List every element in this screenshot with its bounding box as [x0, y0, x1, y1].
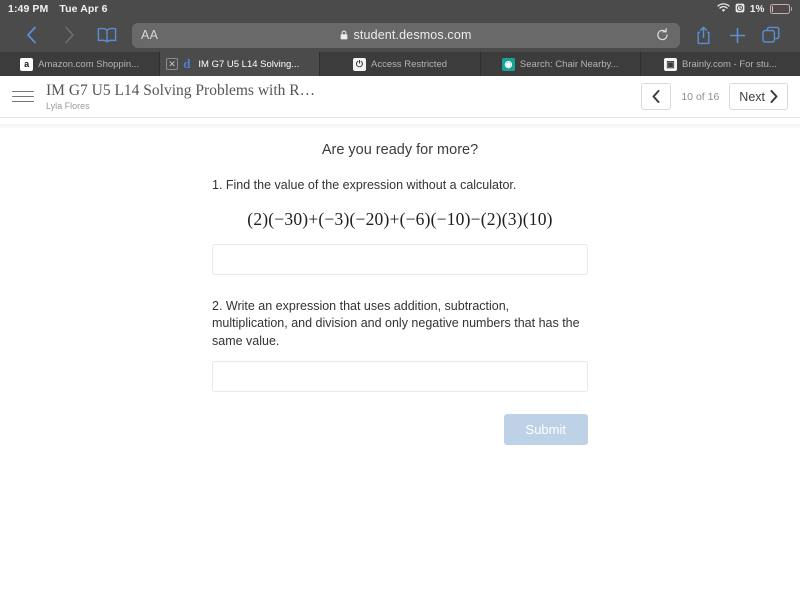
- activity-heading: Are you ready for more?: [321, 142, 479, 158]
- question-1-prompt: 1. Find the value of the expression with…: [212, 178, 517, 192]
- tab-label: Access Restricted: [370, 58, 448, 70]
- header-titles: IM G7 U5 L14 Solving Problems with R… Ly…: [46, 82, 641, 112]
- page-title: IM G7 U5 L14 Solving Problems with R…: [46, 81, 316, 99]
- alarm-icon: [735, 3, 745, 16]
- previous-screen-button[interactable]: [641, 83, 672, 110]
- browser-tab[interactable]: a Amazon.com Shoppin...: [0, 52, 161, 76]
- tab-label: Brainly.com - For stu...: [681, 58, 777, 70]
- chevron-right-icon: [770, 90, 778, 103]
- next-screen-button[interactable]: Next: [729, 83, 788, 110]
- reload-icon: [656, 28, 668, 41]
- plus-icon: [729, 27, 745, 43]
- close-tab-icon[interactable]: ✕: [166, 58, 179, 70]
- forward-button[interactable]: [50, 20, 88, 50]
- tab-label: Amazon.com Shoppin...: [38, 58, 140, 70]
- battery-percent: 1%: [749, 3, 765, 15]
- power-favicon: ⏻: [352, 57, 366, 71]
- book-icon: [97, 27, 117, 43]
- activity-screen: Are you ready for more? 1. Find the valu…: [0, 124, 800, 600]
- math-expression: (2)(−30)+(−3)(−20)+(−6)(−10)−(2)(3)(10): [247, 208, 553, 229]
- chevron-left-icon: [652, 90, 660, 103]
- show-tabs-button[interactable]: [754, 20, 788, 50]
- back-button[interactable]: [12, 20, 50, 50]
- new-tab-button[interactable]: [720, 20, 754, 50]
- browser-tab[interactable]: ◉ Search: Chair Nearby...: [481, 52, 641, 76]
- screen-navigation: 10 of 16 Next: [641, 83, 788, 110]
- desmos-favicon: d: [183, 57, 191, 71]
- submit-button[interactable]: Submit: [503, 414, 588, 445]
- tab-strip: a Amazon.com Shoppin... ✕ d IM G7 U5 L14…: [0, 52, 800, 76]
- url-text: student.desmos.com: [353, 28, 472, 42]
- question-2-prompt: 2. Write an expression that uses additio…: [212, 298, 580, 348]
- amazon-favicon: a: [20, 57, 34, 71]
- url-display: student.desmos.com: [132, 28, 680, 42]
- next-button-label: Next: [739, 89, 765, 104]
- text-size-button[interactable]: AA: [141, 28, 158, 42]
- tabs-icon: [762, 26, 780, 43]
- submit-row: Submit: [212, 414, 588, 445]
- share-button[interactable]: [686, 20, 720, 50]
- question-1-answer-input[interactable]: [212, 243, 588, 275]
- browser-tab[interactable]: ⏻ Access Restricted: [320, 52, 481, 76]
- teal-circle-favicon: ◉: [501, 57, 515, 71]
- activity-content: Are you ready for more? 1. Find the valu…: [212, 129, 588, 445]
- ios-status-bar: 1:49 PM Tue Apr 6 1%: [0, 0, 800, 18]
- page-indicator: 10 of 16: [681, 90, 720, 103]
- wifi-icon: [717, 2, 730, 16]
- chevron-right-icon: [64, 26, 74, 44]
- status-bar-right: 1%: [717, 2, 792, 16]
- status-date: Tue Apr 6: [59, 3, 108, 15]
- share-icon: [697, 26, 709, 44]
- address-bar[interactable]: AA student.desmos.com: [132, 22, 680, 48]
- browser-tab-active[interactable]: ✕ d IM G7 U5 L14 Solving...: [160, 52, 321, 76]
- battery-icon: [769, 4, 792, 14]
- hamburger-menu-icon[interactable]: [10, 84, 36, 110]
- status-time: 1:49 PM: [8, 3, 49, 15]
- question-2-answer-input[interactable]: [212, 361, 588, 392]
- chevron-left-icon: [26, 26, 36, 44]
- tab-label: IM G7 U5 L14 Solving...: [198, 58, 300, 70]
- student-name: Lyla Flores: [46, 100, 90, 111]
- tab-label: Search: Chair Nearby...: [519, 58, 619, 70]
- brainly-favicon: ▣: [663, 57, 677, 71]
- safari-toolbar: AA student.desmos.com: [0, 18, 800, 52]
- ipad-safari-screen: 1:49 PM Tue Apr 6 1% AA student.desmos.c…: [0, 0, 800, 600]
- reload-button[interactable]: [653, 26, 671, 44]
- status-bar-left: 1:49 PM Tue Apr 6: [8, 3, 108, 15]
- lock-icon: [341, 30, 348, 40]
- browser-tab[interactable]: ▣ Brainly.com - For stu...: [641, 52, 800, 76]
- bookmarks-button[interactable]: [88, 20, 126, 50]
- activity-header: IM G7 U5 L14 Solving Problems with R… Ly…: [0, 76, 800, 118]
